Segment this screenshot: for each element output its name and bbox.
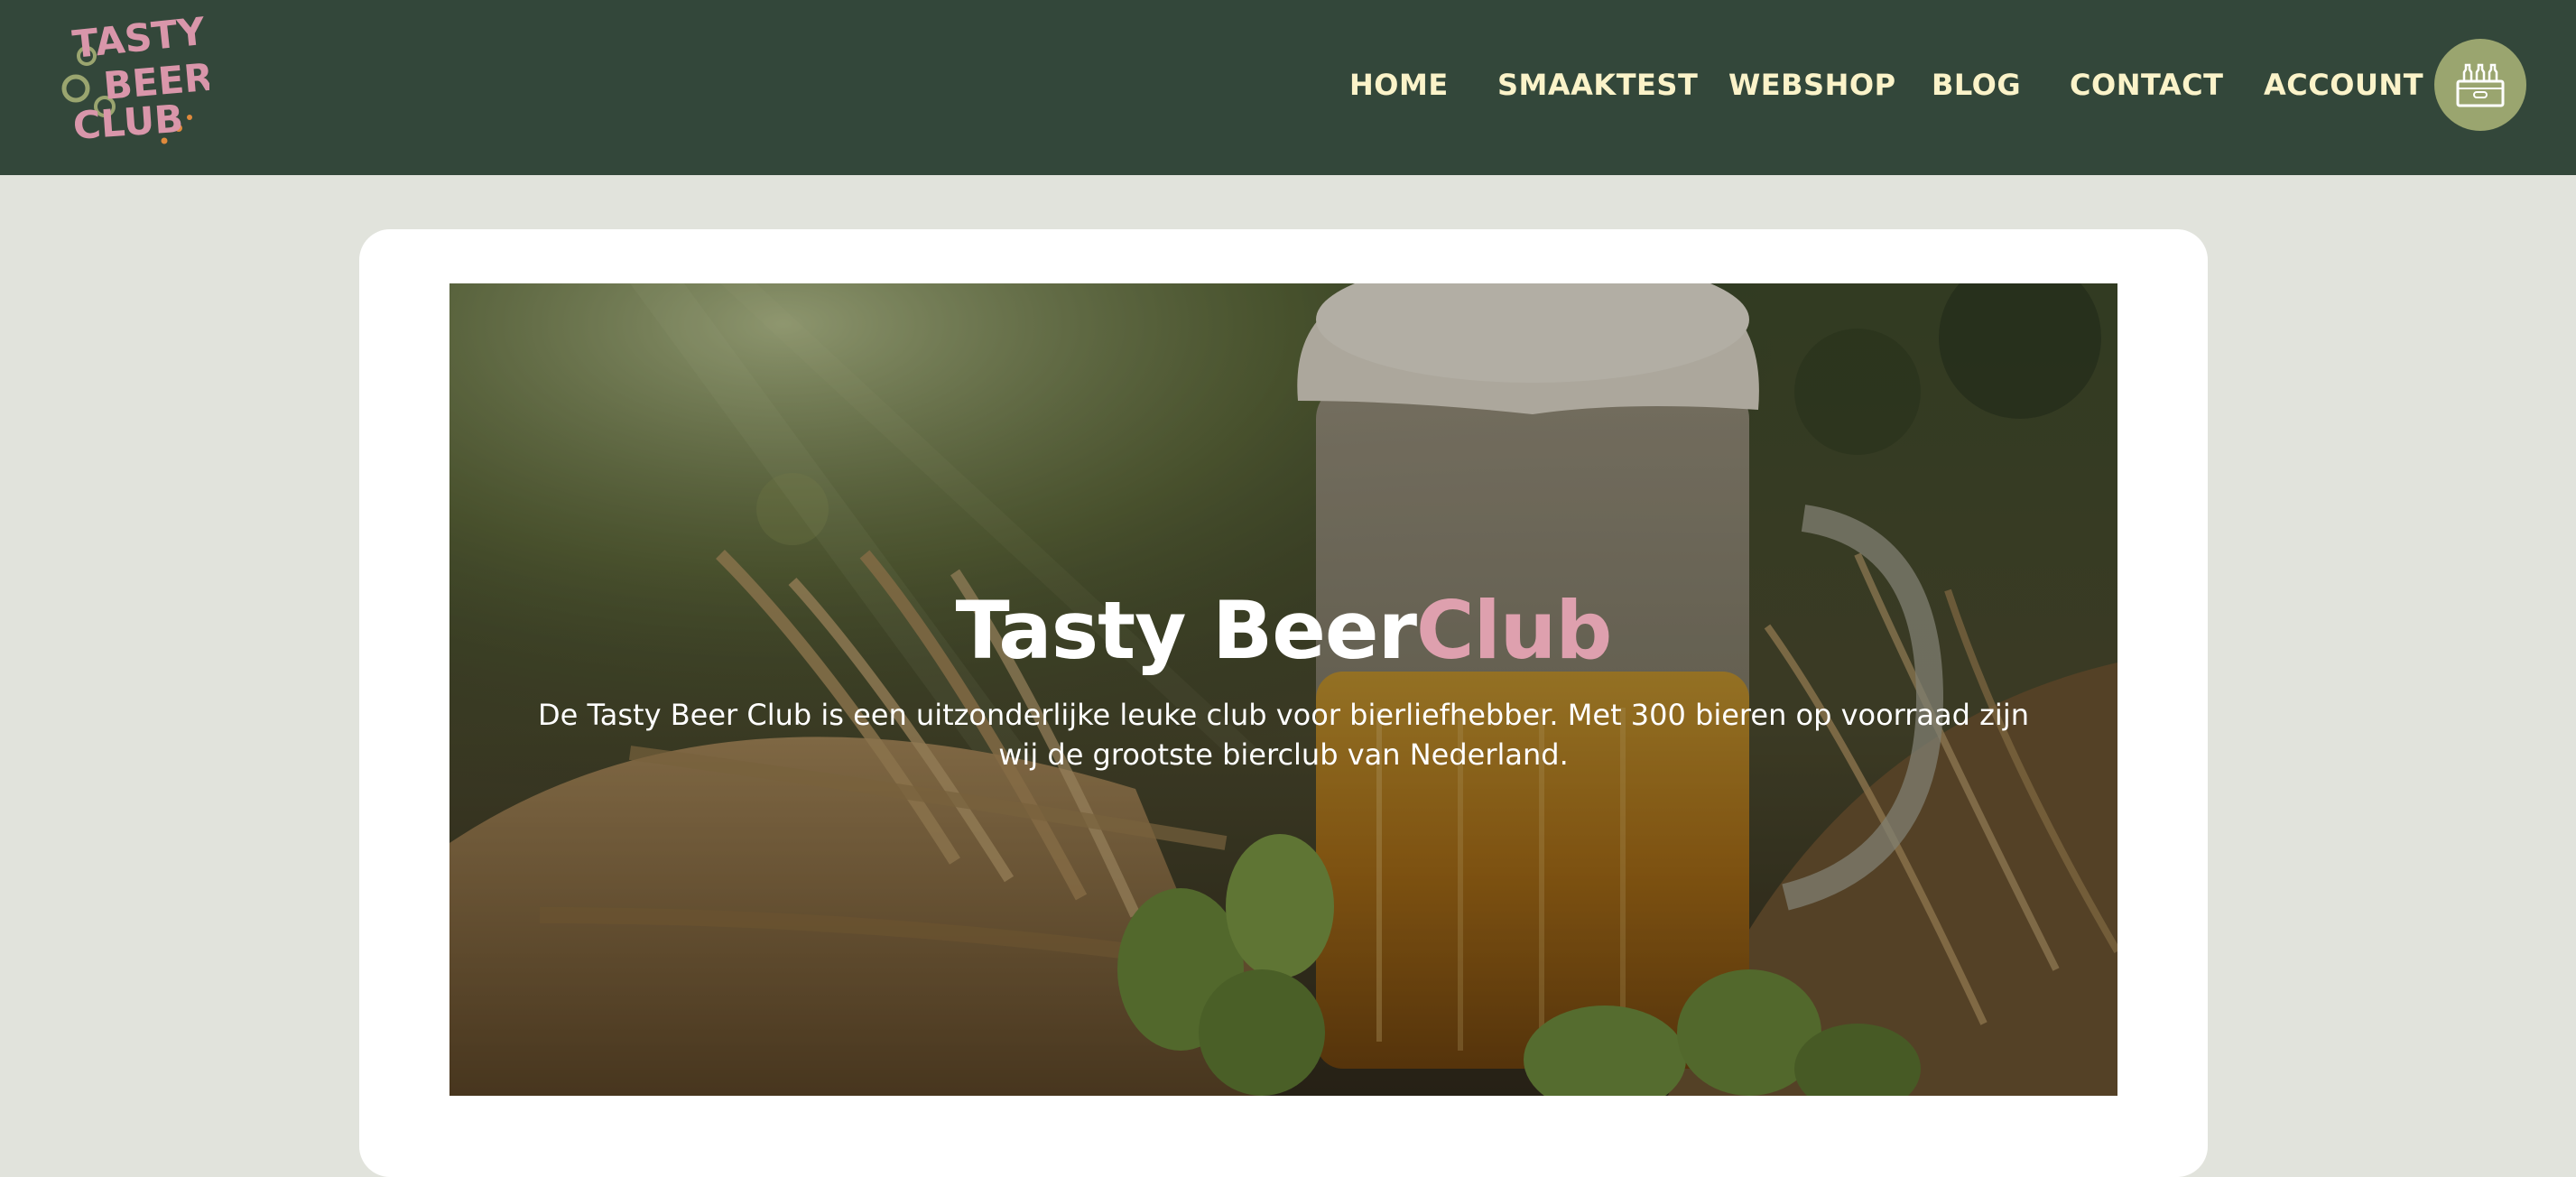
hero-title: Tasty BeerClub xyxy=(449,586,2117,676)
hero-title-accent: Club xyxy=(1415,584,1612,677)
nav-account[interactable]: ACCOUNT xyxy=(2264,65,2423,105)
svg-text:CLUB: CLUB xyxy=(71,97,184,148)
nav-webshop[interactable]: WEBSHOP xyxy=(1728,65,1896,105)
hero-banner: Tasty BeerClub De Tasty Beer Club is een… xyxy=(449,283,2117,1096)
hero-description: De Tasty Beer Club is een uitzonderlijke… xyxy=(538,698,2029,772)
beer-crate-icon xyxy=(2456,63,2505,107)
nav-blog[interactable]: BLOG xyxy=(1932,65,2021,105)
nav-home[interactable]: HOME xyxy=(1349,65,1449,105)
cart-button[interactable] xyxy=(2434,39,2526,131)
nav-contact[interactable]: CONTACT xyxy=(2070,65,2223,105)
site-logo[interactable]: TASTY BEER CLUB xyxy=(56,16,209,152)
nav-smaaktest[interactable]: SMAAKTEST xyxy=(1497,65,1698,105)
hero-overlay xyxy=(449,283,2117,1096)
site-header: TASTY BEER CLUB HOME SMAAKTEST WEBSHOP B… xyxy=(0,0,2576,175)
tasty-beer-club-logo-icon: TASTY BEER CLUB xyxy=(61,16,209,148)
hero-title-main: Tasty Beer xyxy=(955,584,1417,677)
